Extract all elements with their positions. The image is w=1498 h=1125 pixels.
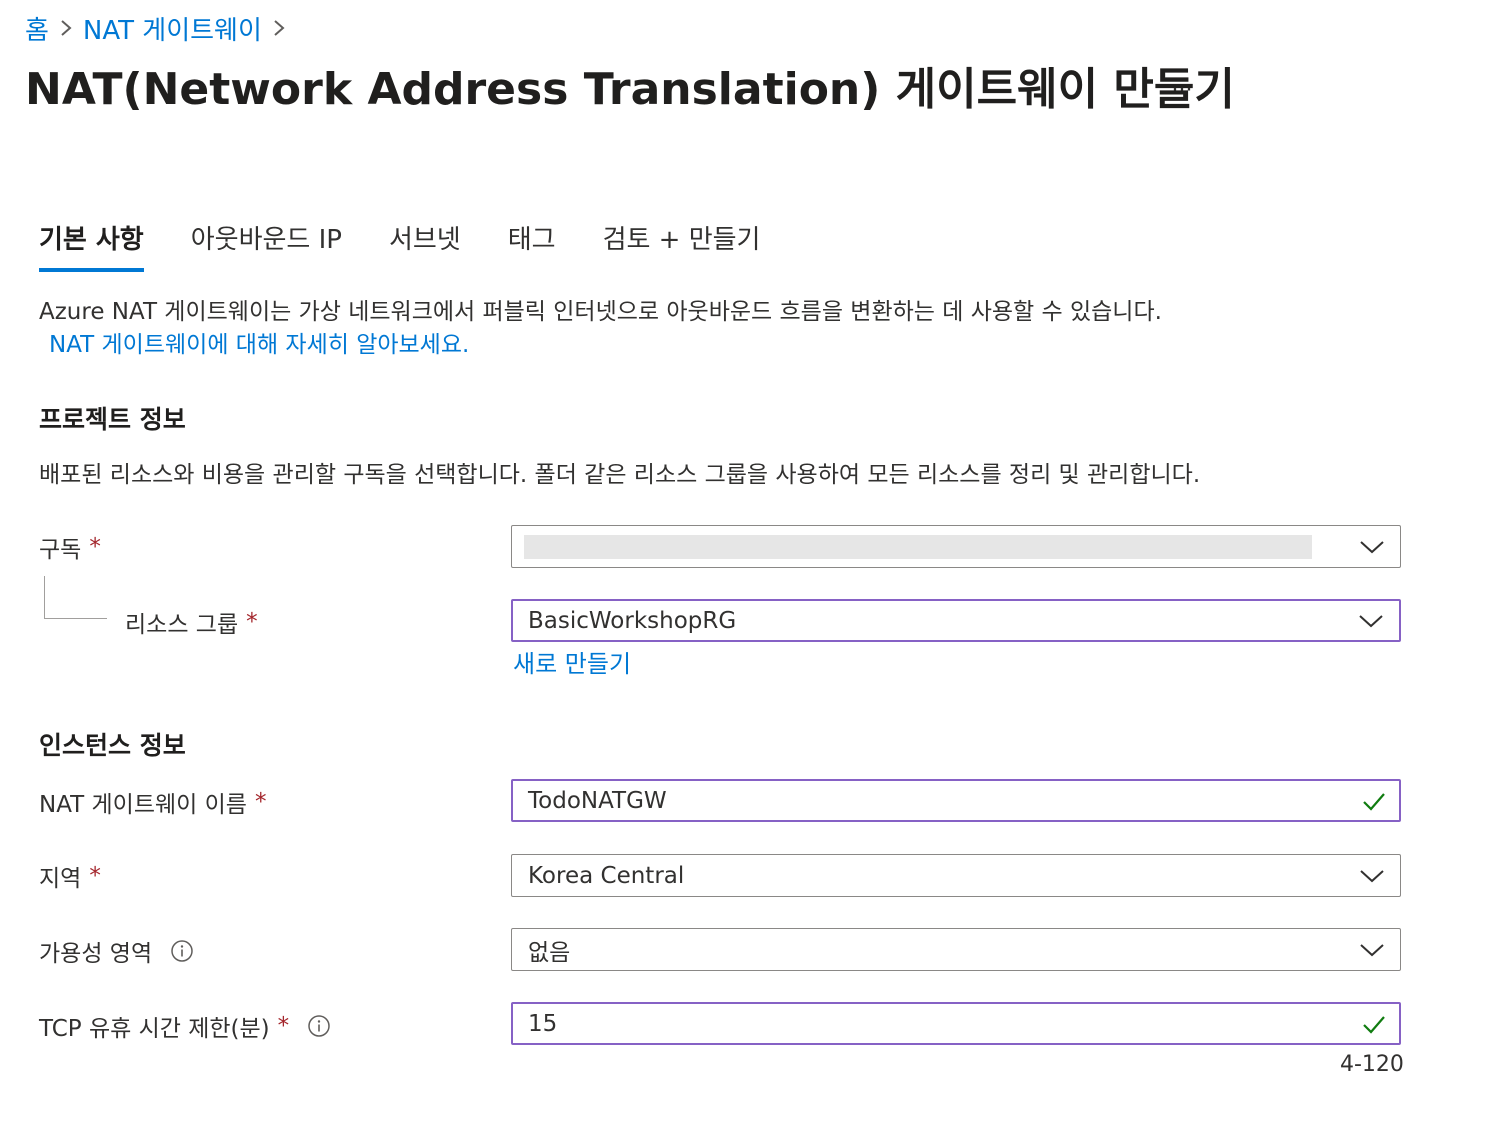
chevron-right-icon — [49, 17, 83, 39]
tree-connector — [44, 576, 107, 619]
tab-subnet[interactable]: 서브넷 — [389, 214, 461, 266]
info-icon[interactable] — [307, 1014, 331, 1038]
tcp-idle-timeout-value: 15 — [528, 1010, 558, 1037]
resource-group-label-text: 리소스 그룹 — [125, 612, 239, 638]
project-details-description: 배포된 리소스와 비용을 관리할 구독을 선택합니다. 폴더 같은 리소스 그룹… — [39, 462, 1201, 488]
subscription-value-redacted — [524, 535, 1312, 559]
tab-review-create[interactable]: 검토 + 만들기 — [603, 214, 761, 266]
tcp-idle-timeout-range-hint: 4-120 — [1340, 1052, 1404, 1077]
breadcrumb: 홈 NAT 게이트웨이 — [25, 8, 296, 48]
tab-basics[interactable]: 기본 사항 — [39, 214, 144, 272]
required-marker: * — [89, 534, 101, 560]
project-details-heading: 프로젝트 정보 — [39, 405, 186, 434]
breadcrumb-home-link[interactable]: 홈 — [25, 10, 49, 47]
region-label: 지역 * — [39, 859, 101, 893]
intro-text: Azure NAT 게이트웨이는 가상 네트워크에서 퍼블릭 인터넷으로 아웃바… — [39, 299, 1162, 325]
checkmark-icon — [1363, 792, 1385, 811]
tab-outbound-ip[interactable]: 아웃바운드 IP — [191, 214, 342, 266]
learn-more-link[interactable]: NAT 게이트웨이에 대해 자세히 알아보세요. — [39, 329, 1459, 362]
create-new-resource-group-link[interactable]: 새로 만들기 — [513, 644, 631, 679]
breadcrumb-nat-gateway-link[interactable]: NAT 게이트웨이 — [83, 10, 262, 47]
resource-group-dropdown[interactable]: BasicWorkshopRG — [511, 599, 1401, 642]
resource-group-label: 리소스 그룹 * — [125, 605, 258, 639]
page-title: NAT(Network Address Translation) 게이트웨이 만… — [25, 64, 1235, 115]
availability-zone-value: 없음 — [528, 939, 571, 966]
info-icon[interactable] — [170, 939, 194, 963]
required-marker: * — [277, 1013, 290, 1039]
tab-list: 기본 사항 아웃바운드 IP 서브넷 태그 검토 + 만들기 — [39, 214, 807, 276]
gateway-name-label-text: NAT 게이트웨이 이름 — [39, 792, 247, 818]
gateway-name-value: TodoNATGW — [528, 787, 667, 814]
resource-group-value: BasicWorkshopRG — [528, 607, 737, 634]
more-options-button[interactable]: ··· — [1164, 72, 1200, 108]
gateway-name-input[interactable]: TodoNATGW — [511, 779, 1401, 822]
chevron-down-icon — [1360, 943, 1384, 956]
chevron-down-icon — [1360, 869, 1384, 882]
chevron-down-icon — [1360, 540, 1384, 553]
subscription-label: 구독 * — [39, 530, 101, 564]
required-marker: * — [246, 609, 258, 635]
checkmark-icon — [1363, 1015, 1385, 1034]
region-label-text: 지역 — [39, 866, 82, 892]
availability-zone-label: 가용성 영역 — [39, 934, 194, 968]
subscription-label-text: 구독 — [39, 537, 82, 563]
chevron-down-icon — [1359, 614, 1383, 627]
required-marker: * — [254, 789, 267, 815]
availability-zone-dropdown[interactable]: 없음 — [511, 928, 1401, 971]
tcp-idle-timeout-label-text: TCP 유휴 시간 제한(분) — [39, 1016, 270, 1042]
required-marker: * — [89, 863, 101, 889]
tcp-idle-timeout-input[interactable]: 15 — [511, 1002, 1401, 1045]
instance-details-heading: 인스턴스 정보 — [39, 731, 186, 760]
chevron-right-icon — [262, 17, 296, 39]
tab-tags[interactable]: 태그 — [508, 214, 556, 266]
region-dropdown[interactable]: Korea Central — [511, 854, 1401, 897]
intro-description: Azure NAT 게이트웨이는 가상 네트워크에서 퍼블릭 인터넷으로 아웃바… — [39, 296, 1459, 362]
region-value: Korea Central — [528, 862, 685, 889]
gateway-name-label: NAT 게이트웨이 이름 * — [39, 785, 266, 819]
tcp-idle-timeout-label: TCP 유휴 시간 제한(분) * — [39, 1009, 331, 1043]
subscription-dropdown[interactable] — [511, 525, 1401, 568]
availability-zone-label-text: 가용성 영역 — [39, 941, 153, 967]
